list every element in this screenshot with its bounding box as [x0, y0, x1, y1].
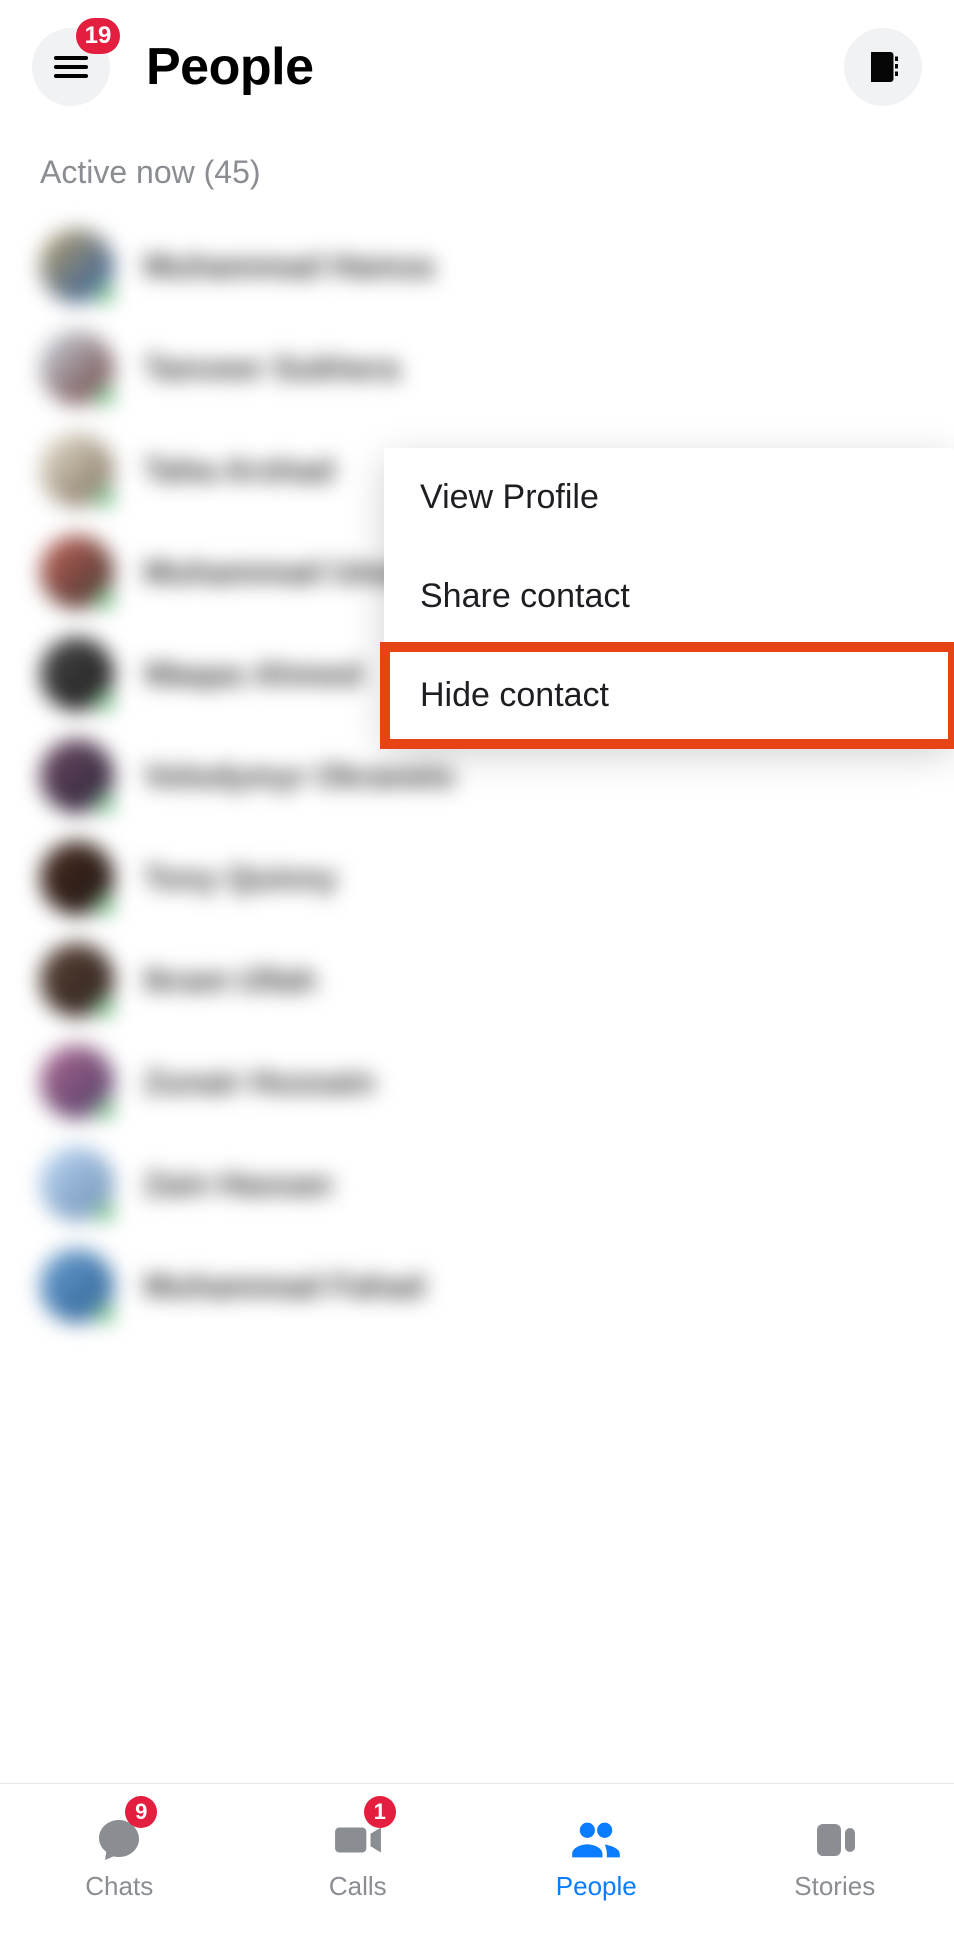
online-dot-icon	[94, 1201, 116, 1223]
avatar	[40, 1249, 114, 1323]
context-menu: View Profile Share contact Hide contact	[384, 448, 954, 745]
active-now-label: Active now (45)	[0, 114, 954, 203]
hamburger-icon	[54, 56, 88, 78]
avatar	[40, 535, 114, 609]
list-item[interactable]: Muhammad Hamza	[0, 215, 954, 317]
menu-item-view-profile[interactable]: View Profile	[384, 448, 954, 547]
online-dot-icon	[94, 1303, 116, 1325]
contact-list[interactable]: Muhammad Hamza Tanveer Sukhera Taha Arsh…	[0, 203, 954, 1337]
contact-name: Tanveer Sukhera	[144, 350, 400, 387]
tab-label: Chats	[85, 1871, 153, 1902]
contact-name: Ikram Ullah	[144, 962, 317, 999]
list-item[interactable]: Muhammad Fahad	[0, 1235, 954, 1337]
menu-button[interactable]: 19	[32, 28, 110, 106]
bottom-nav: 9 Chats 1 Calls People Stories	[0, 1783, 954, 1933]
avatar	[40, 841, 114, 915]
list-item[interactable]: Zunair Hussain	[0, 1031, 954, 1133]
avatar	[40, 1147, 114, 1221]
avatar	[40, 739, 114, 813]
stories-icon	[811, 1815, 859, 1865]
avatar	[40, 1045, 114, 1119]
nav-badge: 9	[125, 1796, 157, 1828]
list-item[interactable]: Zain Hassan	[0, 1133, 954, 1235]
online-dot-icon	[94, 487, 116, 509]
tab-calls[interactable]: 1 Calls	[239, 1784, 478, 1933]
avatar	[40, 229, 114, 303]
online-dot-icon	[94, 283, 116, 305]
menu-item-hide-contact[interactable]: Hide contact	[380, 642, 954, 749]
contact-name: Waqas Ahmed	[144, 656, 362, 693]
people-icon	[570, 1815, 622, 1865]
list-item[interactable]: Tony Quinny	[0, 827, 954, 929]
contacts-button[interactable]	[844, 28, 922, 106]
tab-chats[interactable]: 9 Chats	[0, 1784, 239, 1933]
tab-label: People	[556, 1871, 637, 1902]
tab-label: Calls	[329, 1871, 387, 1902]
page-title: People	[146, 37, 314, 97]
contact-name: Tony Quinny	[144, 860, 337, 897]
contact-name: Zunair Hussain	[144, 1064, 375, 1101]
contact-name: Muhammad Hamza	[144, 248, 434, 285]
avatar	[40, 331, 114, 405]
list-item[interactable]: Tanveer Sukhera	[0, 317, 954, 419]
avatar	[40, 637, 114, 711]
nav-badge: 1	[364, 1796, 396, 1828]
online-dot-icon	[94, 895, 116, 917]
address-book-icon	[865, 49, 901, 85]
online-dot-icon	[94, 691, 116, 713]
contact-name: Muhammad Fahad	[144, 1268, 425, 1305]
online-dot-icon	[94, 793, 116, 815]
tab-label: Stories	[794, 1871, 875, 1902]
list-item[interactable]: Ikram Ullah	[0, 929, 954, 1031]
online-dot-icon	[94, 385, 116, 407]
app-header: 19 People	[0, 0, 954, 114]
avatar	[40, 433, 114, 507]
avatar	[40, 943, 114, 1017]
tab-people[interactable]: People	[477, 1784, 716, 1933]
menu-item-share-contact[interactable]: Share contact	[384, 547, 954, 646]
menu-badge: 19	[76, 18, 120, 54]
contact-name: Taha Arshad	[144, 452, 334, 489]
online-dot-icon	[94, 1099, 116, 1121]
contact-name: Zain Hassan	[144, 1166, 333, 1203]
contact-name: Muhammad Umar	[144, 554, 413, 591]
online-dot-icon	[94, 997, 116, 1019]
contact-name: Volodymyr Okranets	[144, 758, 455, 795]
tab-stories[interactable]: Stories	[716, 1784, 954, 1933]
online-dot-icon	[94, 589, 116, 611]
